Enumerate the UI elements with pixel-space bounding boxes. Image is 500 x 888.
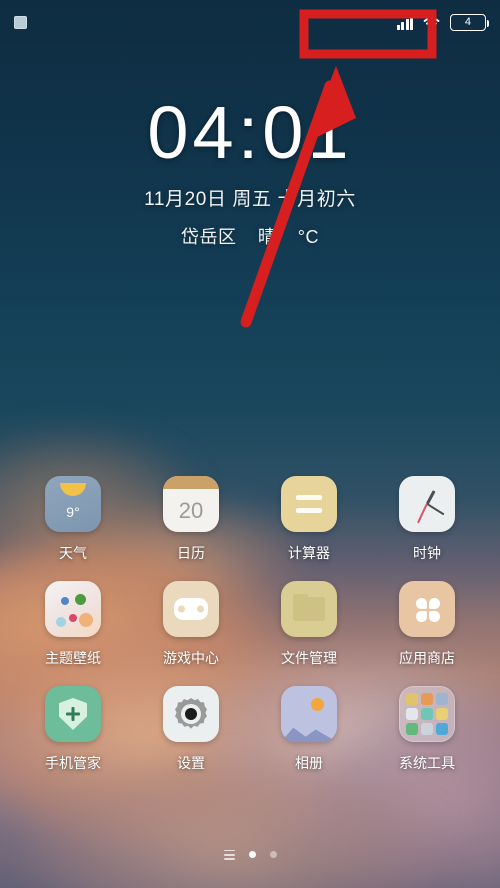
- app-calculator[interactable]: 计算器: [261, 476, 357, 563]
- clock-widget[interactable]: 04:01 11月20日 周五 十月初六 岱岳区 晴 °C: [0, 96, 500, 249]
- app-store-icon: [399, 581, 455, 637]
- clock-time: 04:01: [147, 91, 353, 174]
- calendar-icon: 20: [163, 476, 219, 532]
- app-system-tools-folder[interactable]: 系统工具: [379, 686, 475, 773]
- app-label: 游戏中心: [163, 650, 219, 666]
- phone-manager-icon: [45, 686, 101, 742]
- page-dot-active[interactable]: [248, 851, 256, 859]
- app-file-manager[interactable]: 文件管理: [261, 581, 357, 668]
- app-themes-wallpaper[interactable]: 主题壁纸: [25, 581, 121, 668]
- weather-line[interactable]: 岱岳区 晴 °C: [0, 223, 500, 249]
- app-gallery[interactable]: 相册: [261, 686, 357, 773]
- weather-location: 岱岳区: [180, 227, 237, 247]
- app-row: 9° 天气 20 日历 计算器 时钟: [0, 476, 500, 563]
- app-label: 应用商店: [399, 650, 455, 666]
- battery-icon: 4: [450, 13, 489, 31]
- page-dot[interactable]: [269, 851, 277, 859]
- status-bar-right: 4: [396, 13, 489, 31]
- app-label: 手机管家: [45, 755, 101, 771]
- app-row: 主题壁纸 游戏中心 文件管理 应用商店: [0, 581, 500, 668]
- app-label: 计算器: [288, 545, 330, 561]
- page-indicator[interactable]: [0, 849, 500, 860]
- gallery-icon: [281, 686, 337, 742]
- app-label: 系统工具: [399, 755, 455, 771]
- status-bar-left: [14, 15, 27, 29]
- settings-gear-icon: [163, 686, 219, 742]
- app-label: 相册: [295, 755, 323, 771]
- app-app-store[interactable]: 应用商店: [379, 581, 475, 668]
- app-game-center[interactable]: 游戏中心: [143, 581, 239, 668]
- page-list-icon[interactable]: [223, 849, 235, 860]
- file-manager-icon: [281, 581, 337, 637]
- app-label: 日历: [177, 545, 205, 561]
- app-label: 时钟: [413, 545, 441, 561]
- weather-temperature-unit: °C: [297, 227, 320, 247]
- app-grid: 9° 天气 20 日历 计算器 时钟 主题壁纸 游戏中心 文件管理 应用商店 手…: [0, 476, 500, 791]
- home-screen: 4 04:01 11月20日 周五 十月初六 岱岳区 晴 °C 9° 天气 20…: [0, 0, 500, 888]
- calendar-icon-day: 20: [178, 497, 204, 523]
- app-label: 主题壁纸: [45, 650, 101, 666]
- clock-date: 11月20日 周五 十月初六: [144, 189, 356, 210]
- system-tools-folder-icon: [399, 686, 455, 742]
- app-label: 天气: [59, 545, 87, 561]
- app-clock[interactable]: 时钟: [379, 476, 475, 563]
- weather-icon-temp: 9°: [66, 504, 80, 520]
- app-notification-icon[interactable]: [14, 15, 27, 29]
- app-settings[interactable]: 设置: [143, 686, 239, 773]
- app-label: 设置: [177, 755, 205, 771]
- themes-wallpaper-icon: [45, 581, 101, 637]
- wifi-icon: [422, 15, 441, 30]
- game-center-icon: [163, 581, 219, 637]
- app-calendar[interactable]: 20 日历: [143, 476, 239, 563]
- app-row: 手机管家 设置 相册 系统工具: [0, 686, 500, 773]
- clock-icon: [399, 476, 455, 532]
- weather-icon: 9°: [45, 476, 101, 532]
- cellular-signal-icon: [396, 15, 413, 30]
- calculator-icon: [281, 476, 337, 532]
- battery-level-label: 4: [464, 15, 472, 28]
- app-phone-manager[interactable]: 手机管家: [25, 686, 121, 773]
- status-bar[interactable]: 4: [0, 0, 500, 44]
- weather-condition: 晴: [257, 227, 277, 247]
- app-weather[interactable]: 9° 天气: [25, 476, 121, 563]
- app-label: 文件管理: [281, 650, 337, 666]
